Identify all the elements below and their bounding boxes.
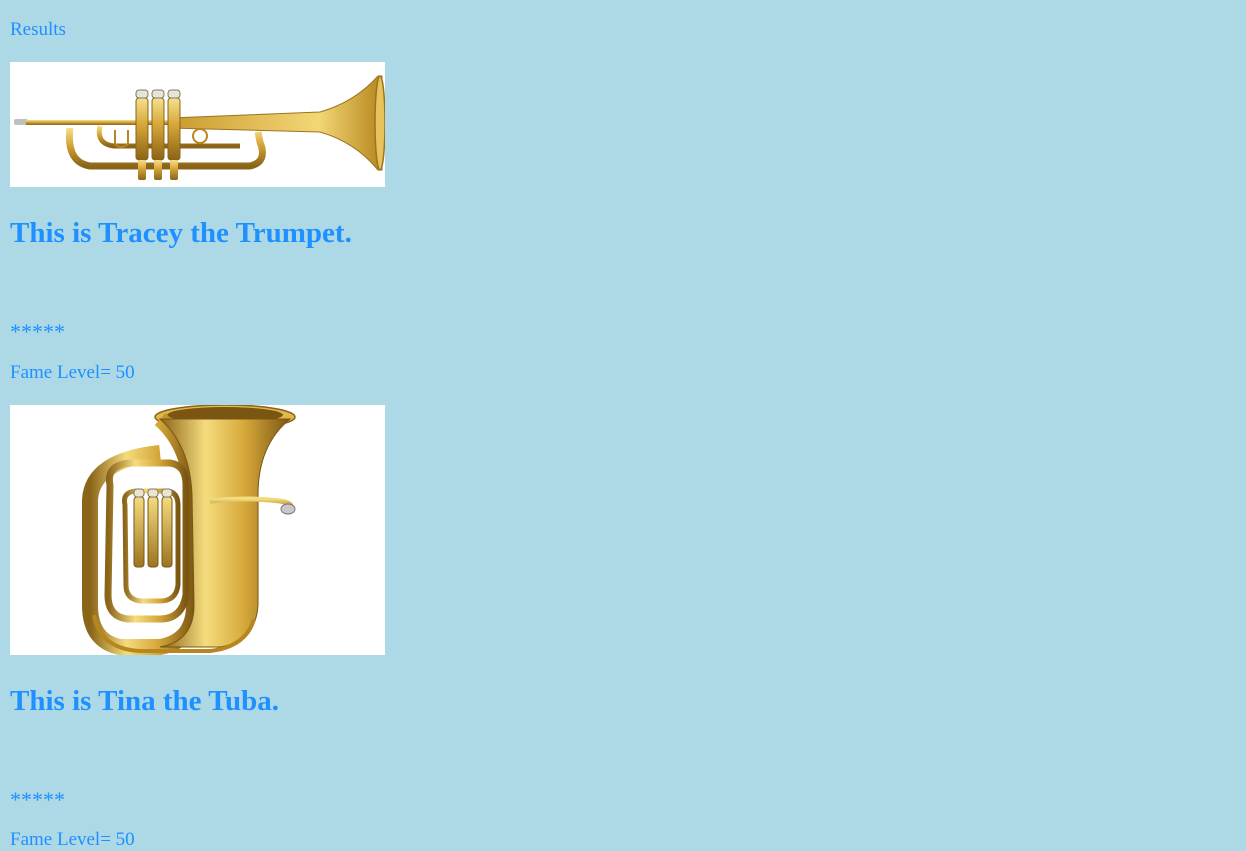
- tuba-image: [10, 405, 385, 655]
- rating-stars: *****: [10, 319, 65, 344]
- fame-level: Fame Level= 50: [10, 829, 135, 850]
- instrument-title: This is Tina the Tuba.: [10, 685, 279, 717]
- tuba-icon: [10, 405, 385, 655]
- results-page: { "page": { "heading": "Results", "backg…: [0, 0, 1246, 850]
- results-heading: Results: [10, 19, 66, 40]
- instrument-title: This is Tracey the Trumpet.: [10, 217, 352, 249]
- trumpet-icon: [10, 62, 385, 187]
- trumpet-image: [10, 62, 385, 187]
- rating-stars: *****: [10, 787, 65, 812]
- fame-level: Fame Level= 50: [10, 362, 135, 383]
